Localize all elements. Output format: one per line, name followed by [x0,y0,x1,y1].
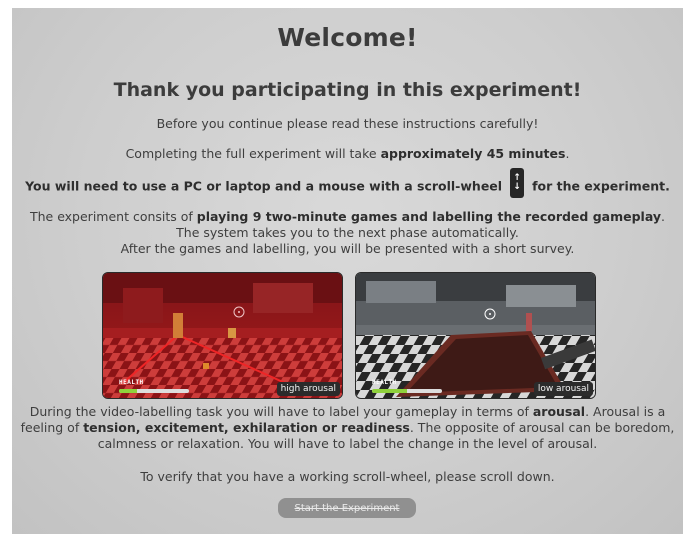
low-arousal-example-image: HEALTH low arousal [355,272,596,399]
page-title: Welcome! [277,23,418,52]
high-arousal-label: high arousal [276,382,340,396]
health-bar-fill [119,389,137,393]
health-bar-fill [372,389,407,393]
arousal-line2-suffix: . The opposite of arousal can be boredom… [409,420,675,435]
start-experiment-button[interactable]: Start the Experiment [278,498,416,518]
arousal-line1-suffix: . Arousal is a [585,404,666,419]
health-bar [372,389,442,393]
instructions-hardware: You will need to use a PC or laptop and … [12,168,683,198]
consists-prefix: The experiment consits of [29,209,197,224]
scroll-verify-text: To verify that you have a working scroll… [140,469,555,484]
arousal-line2-prefix: feeling of [20,420,84,435]
arousal-line2-bold: tension, excitement, exhilaration or rea… [83,420,410,435]
arousal-description-line1: During the video-labelling task you will… [12,404,683,420]
welcome-page: Welcome! Thank you participating in this… [12,8,683,534]
instructions-after: After the games and labelling, you will … [120,241,575,256]
consists-suffix: . [661,209,666,224]
health-bar [119,389,189,393]
low-arousal-label: low arousal [533,382,593,396]
health-label: HEALTH [119,379,144,386]
arousal-line1-prefix: During the video-labelling task you will… [29,404,533,419]
duration-bold: approximately 45 minutes [380,146,566,161]
duration-prefix: Completing the full experiment will take [125,146,381,161]
arousal-description-line2: feeling of tension, excitement, exhilara… [12,420,683,436]
hardware-suffix: for the experiment. [532,178,670,194]
instructions-before: Before you continue please read these in… [156,116,539,131]
instructions-duration: Completing the full experiment will take… [12,146,683,162]
arousal-description-line3: calmness or relaxation. You will have to… [97,436,598,451]
scroll-wheel-icon: ↑ ↓ [510,168,525,198]
instructions-system: The system takes you to the next phase a… [176,225,519,240]
arousal-line1-bold: arousal [532,404,586,419]
high-arousal-example-image: HEALTH high arousal [102,272,343,399]
hardware-prefix: You will need to use a PC or laptop and … [25,178,503,194]
consists-bold: playing 9 two-minute games and labelling… [196,209,662,224]
page-subtitle: Thank you participating in this experime… [113,79,582,101]
health-label: HEALTH [372,379,397,386]
duration-suffix: . [565,146,570,161]
instructions-consists: The experiment consits of playing 9 two-… [12,209,683,225]
